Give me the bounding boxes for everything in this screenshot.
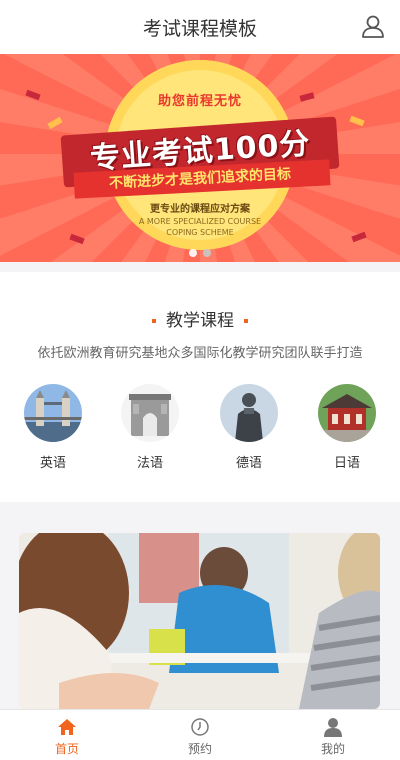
banner-small-en-1: A MORE SPECIALIZED COURSE — [138, 217, 262, 226]
course-list: 英语 法语 德语 日语 — [0, 384, 400, 474]
japanese-temple-image — [318, 384, 376, 442]
tab-profile[interactable]: 我的 — [293, 710, 373, 760]
bottom-tab-bar: 首页 预约 我的 — [0, 709, 400, 760]
profile-icon — [323, 717, 343, 737]
banner-tag: 助您前程无忧 — [157, 94, 242, 109]
carousel-dots — [189, 249, 211, 257]
home-icon — [57, 717, 77, 737]
course-item-english[interactable]: 英语 — [18, 384, 88, 471]
section-heading: 教学课程 — [0, 306, 400, 331]
tab-appointment[interactable]: 预约 — [160, 710, 240, 760]
course-item-german[interactable]: 德语 — [214, 384, 284, 471]
tower-bridge-image — [24, 384, 82, 442]
course-label-german: 德语 — [235, 456, 262, 471]
carousel-dot-active[interactable] — [189, 249, 197, 257]
courses-section: 教学课程 依托欧洲教育研究基地众多国际化教学研究团队联手打造 英语 法语 德语 … — [0, 272, 400, 502]
carousel-dot[interactable] — [203, 249, 211, 257]
tab-appointment-label: 预约 — [187, 742, 212, 756]
page-title: 考试课程模板 — [142, 18, 257, 40]
tab-profile-label: 我的 — [320, 742, 345, 756]
heading-bullet — [244, 319, 248, 323]
course-item-french[interactable]: 法语 — [115, 384, 185, 471]
confetti-decoration — [47, 116, 63, 130]
banner-small-cn: 更专业的课程应对方案 — [150, 204, 250, 215]
heading-bullet — [152, 319, 156, 323]
promo-banner[interactable]: 助您前程无忧 专业考试100分 不断进步才是我们追求的目标 更专业的课程应对方案… — [0, 54, 400, 262]
user-icon[interactable] — [360, 14, 386, 40]
courses-title: 教学课程 — [166, 311, 234, 331]
tab-home-label: 首页 — [54, 742, 79, 756]
course-label-japanese: 日语 — [333, 456, 360, 471]
statue-image — [220, 384, 278, 442]
arc-de-triomphe-image — [121, 384, 179, 442]
courses-description: 依托欧洲教育研究基地众多国际化教学研究团队联手打造 — [37, 346, 363, 361]
course-label-english: 英语 — [39, 456, 66, 471]
clock-icon — [190, 717, 210, 737]
top-header: 考试课程模板 — [0, 0, 400, 54]
course-label-french: 法语 — [136, 456, 163, 471]
tab-home[interactable]: 首页 — [27, 710, 107, 760]
course-item-japanese[interactable]: 日语 — [312, 384, 382, 471]
banner-small-en-2: COPING SCHEME — [166, 228, 234, 237]
students-classroom-image[interactable] — [19, 533, 380, 709]
